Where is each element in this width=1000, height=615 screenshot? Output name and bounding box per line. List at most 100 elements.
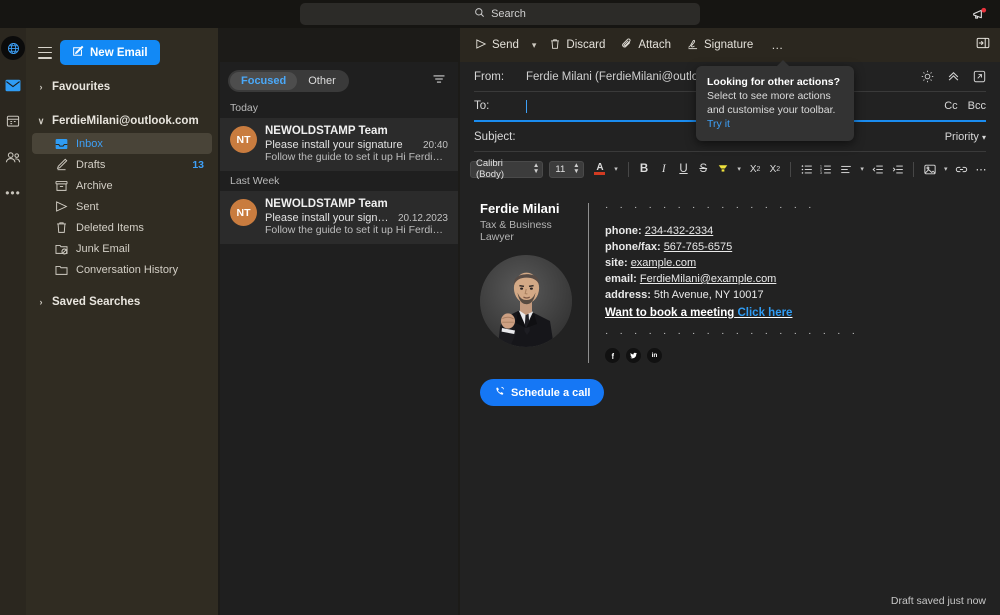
signature-cta: Want to book a meeting Click here (605, 303, 982, 323)
highlight-caret-icon[interactable]: ▾ (734, 165, 743, 173)
avatar: NT (230, 126, 257, 153)
signature-button[interactable]: Signature (680, 34, 760, 57)
compose-toolbar: Send ▾ Discard Attach Signature … (460, 28, 1000, 62)
spinner-icon: ▲ ▼ (573, 162, 580, 175)
signature-left-column: Ferdie Milani Tax & Business Lawyer (480, 201, 584, 363)
collapse-icon[interactable] (947, 70, 960, 83)
sidebar-item-junk[interactable]: Junk Email (32, 238, 212, 259)
italic-icon[interactable]: I (655, 160, 672, 178)
sidebar-item-sent[interactable]: Sent (32, 196, 212, 217)
tooltip-body: Select to see more actions and customise… (707, 89, 843, 131)
font-color-icon[interactable]: A (592, 160, 609, 178)
more-icon-label: ••• (5, 186, 21, 200)
increase-indent-icon[interactable] (890, 160, 907, 178)
message-list: Focused Other Today NT NEWOLDSTAMP Team … (220, 62, 458, 615)
list-item[interactable]: NT NEWOLDSTAMP Team Please install your … (220, 118, 458, 171)
megaphone-icon[interactable] (969, 6, 991, 22)
facebook-icon[interactable] (605, 348, 620, 363)
bcc-button[interactable]: Bcc (968, 100, 986, 112)
signature-row-label: phone: (605, 225, 642, 237)
send-button[interactable]: Send (468, 34, 526, 57)
attach-button[interactable]: Attach (614, 34, 678, 57)
signature-row-value[interactable]: 234-432-2334 (645, 225, 714, 237)
expand-pane-icon[interactable] (976, 36, 992, 54)
numbered-list-icon[interactable]: 1 2 3 (818, 160, 835, 178)
sidebar-section-favourites[interactable]: › Favourites (26, 75, 218, 99)
signature-row-value[interactable]: 567-765-6575 (664, 241, 733, 253)
font-family-select[interactable]: Calibri (Body) ▲ ▼ (470, 158, 544, 180)
globe-icon[interactable] (1, 36, 25, 60)
align-caret-icon[interactable]: ▾ (858, 165, 867, 173)
hamburger-icon[interactable] (38, 46, 52, 59)
junk-icon (54, 242, 68, 256)
send-icon (475, 38, 487, 53)
font-size-select[interactable]: 11 ▲ ▼ (549, 160, 584, 178)
tooltip-body-text: Select to see more actions and customise… (707, 90, 836, 116)
sidebar-item-archive[interactable]: Archive (32, 175, 212, 196)
decrease-indent-icon[interactable] (870, 160, 887, 178)
tab-focused[interactable]: Focused (230, 72, 298, 90)
sidebar-item-inbox[interactable]: Inbox (32, 133, 212, 154)
app-rail: ••• (0, 28, 26, 615)
highlight-icon[interactable] (715, 160, 732, 178)
tab-other[interactable]: Other (297, 72, 347, 90)
bulleted-list-icon[interactable] (798, 160, 815, 178)
archive-icon (54, 179, 68, 193)
dotted-rule-bottom: · · · · · · · · · · · · · · · · · · (605, 328, 860, 339)
popout-icon[interactable] (973, 70, 986, 83)
send-options-caret-icon[interactable]: ▾ (528, 36, 541, 55)
mail-icon[interactable] (2, 74, 24, 96)
signature-cta-link[interactable]: Click here (737, 307, 792, 319)
tooltip-try-it-link[interactable]: Try it (707, 118, 730, 130)
draft-status: Draft saved just now (890, 595, 986, 607)
discard-button[interactable]: Discard (542, 34, 612, 57)
cc-button[interactable]: Cc (944, 100, 957, 112)
calendar-icon[interactable] (2, 110, 24, 132)
strikethrough-icon[interactable]: S (695, 160, 712, 178)
sidebar-item-conversation-history[interactable]: Conversation History (32, 259, 212, 280)
signature-row-value[interactable]: example.com (631, 257, 696, 269)
day-group-label: Last Week (230, 175, 280, 187)
inbox-icon (54, 137, 68, 151)
subscript-icon[interactable]: X2 (767, 160, 784, 178)
toolbar-divider (913, 161, 915, 177)
schedule-a-call-button[interactable]: Schedule a call (480, 379, 605, 406)
sidebar-item-deleted[interactable]: Deleted Items (32, 217, 212, 238)
message-time: 20.12.2023 (397, 213, 448, 224)
filter-icon[interactable] (432, 72, 448, 90)
superscript-icon[interactable]: X2 (747, 160, 764, 178)
brightness-icon[interactable] (921, 70, 934, 83)
signature-divider (588, 203, 589, 363)
bold-icon[interactable]: B (636, 160, 653, 178)
twitter-icon[interactable] (626, 348, 641, 363)
compose-body[interactable]: Ferdie Milani Tax & Business Lawyer · · … (460, 183, 1000, 406)
insert-picture-icon[interactable] (921, 160, 938, 178)
linkedin-icon[interactable]: in (647, 348, 662, 363)
align-icon[interactable] (838, 160, 855, 178)
more-icon[interactable]: ••• (2, 182, 24, 204)
toolbar-tooltip: Looking for other actions? Select to see… (696, 60, 854, 141)
inbox-pivot: Focused Other (228, 70, 349, 92)
new-email-button[interactable]: New Email (60, 40, 160, 65)
priority-dropdown[interactable]: Priority ▾ (945, 131, 986, 143)
signature-row-address: address: 5th Avenue, NY 10017 (605, 287, 982, 303)
underline-icon[interactable]: U (675, 160, 692, 178)
font-color-caret-icon[interactable]: ▾ (611, 165, 620, 173)
list-item[interactable]: NT NEWOLDSTAMP Team Please install your … (220, 191, 458, 244)
signature-row-value[interactable]: FerdieMilani@example.com (640, 273, 777, 285)
sidebar-section-saved-searches[interactable]: › Saved Searches (26, 290, 218, 314)
search-input[interactable]: Search (300, 3, 700, 25)
people-icon[interactable] (2, 146, 24, 168)
more-actions-button[interactable]: … (762, 34, 793, 56)
signature-cta-text: Want to book a meeting (605, 307, 735, 319)
sidebar-item-drafts[interactable]: Drafts 13 (32, 154, 212, 175)
signature-right-column: · · · · · · · · · · · · · · · phone: 234… (605, 201, 982, 363)
chevron-down-icon: ∨ (37, 115, 45, 126)
more-format-icon[interactable]: ⋯ (973, 160, 990, 178)
trash-icon (54, 221, 68, 235)
sidebar-item-label: Junk Email (76, 242, 130, 255)
sidebar-section-account[interactable]: ∨ FerdieMilani@outlook.com (26, 109, 218, 133)
insert-picture-caret-icon[interactable]: ▾ (941, 165, 950, 173)
sidebar-top: New Email (26, 34, 218, 75)
link-icon[interactable] (953, 160, 970, 178)
